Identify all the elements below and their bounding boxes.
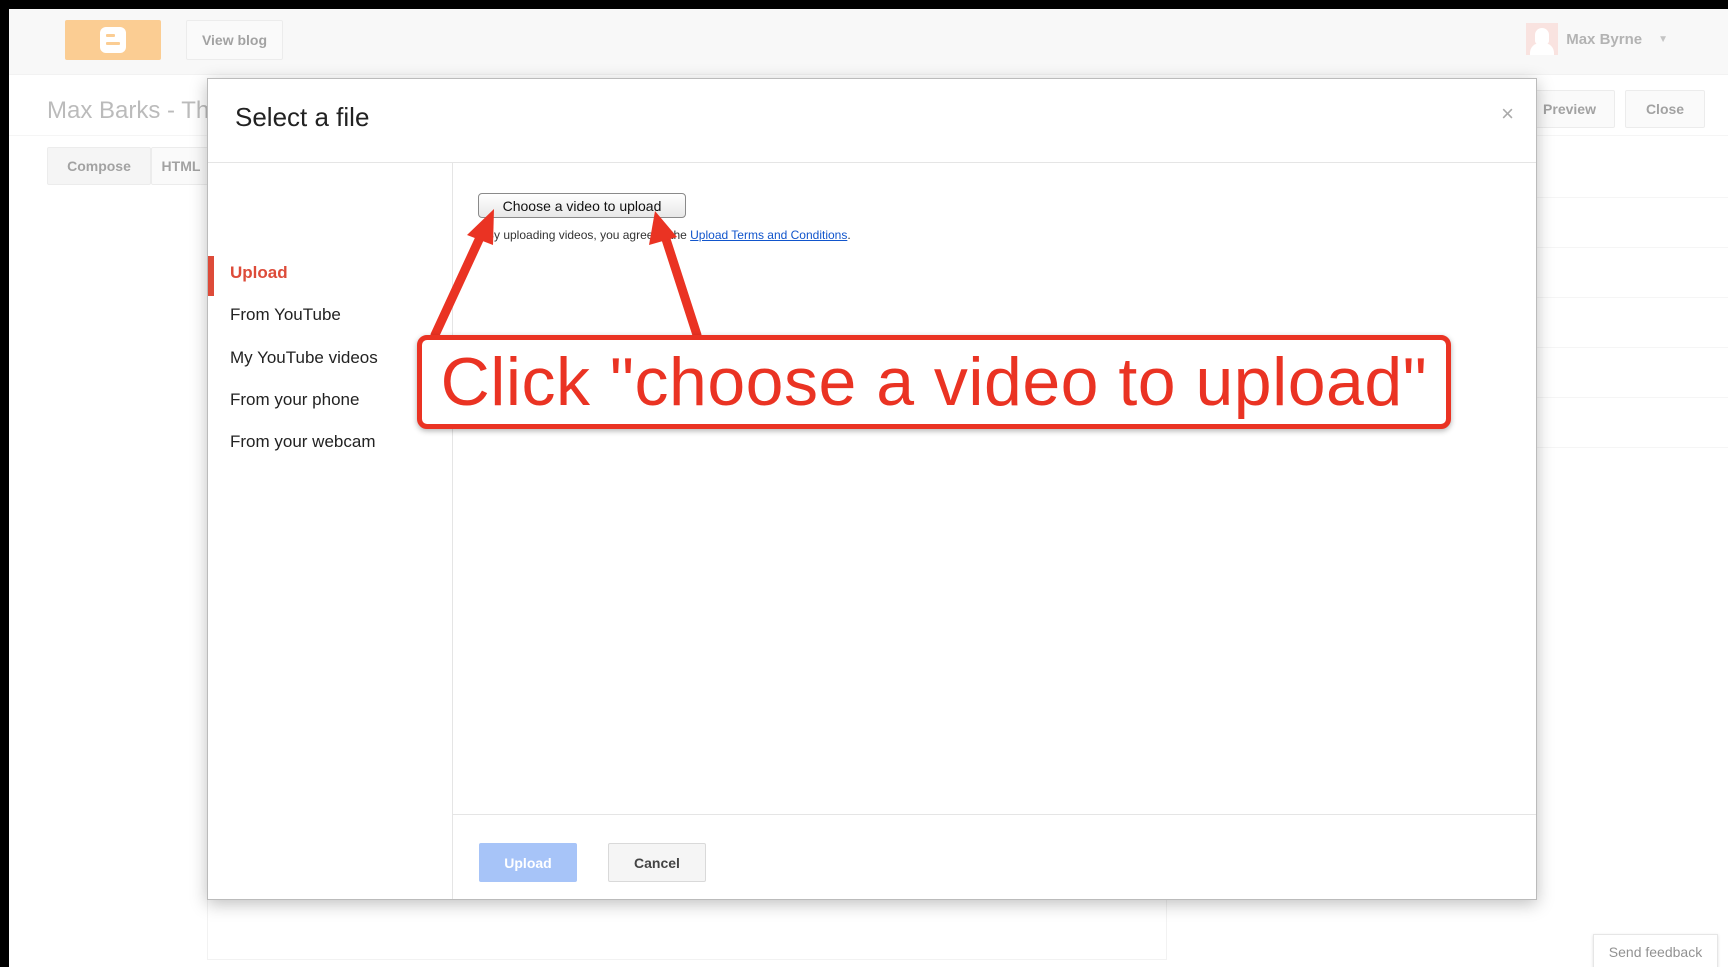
annotation-arrows — [430, 209, 702, 340]
annotation-text: Click "choose a video to upload" — [440, 344, 1428, 420]
arrow-left — [430, 209, 494, 340]
annotation-callout: Click "choose a video to upload" — [417, 335, 1451, 429]
arrow-right — [649, 211, 702, 340]
blogger-editor-window: View blog Max Byrne ▼ Max Barks - Th Pre… — [9, 9, 1728, 967]
